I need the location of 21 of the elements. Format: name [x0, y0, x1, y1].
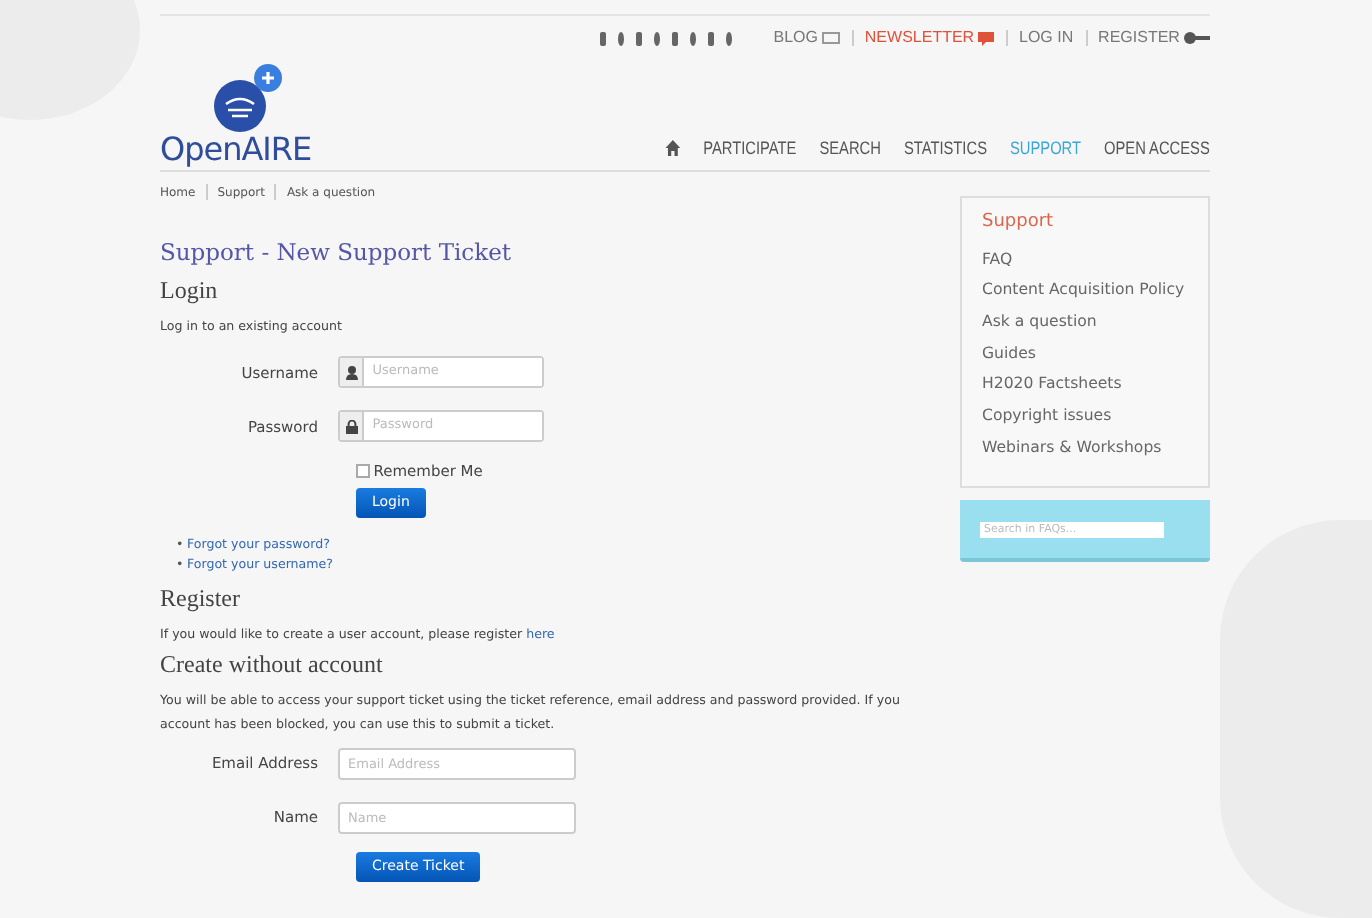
top-link[interactable]: LOG IN — [1019, 26, 1074, 50]
key-icon — [1183, 32, 1210, 44]
section-heading: Create without account — [160, 651, 385, 679]
top-link[interactable]: BLOG — [773, 26, 840, 50]
user-icon — [345, 365, 358, 380]
section-heading: Login — [160, 277, 220, 304]
sidebar-heading: Support — [982, 210, 1056, 236]
nav-link[interactable]: SEARCH — [819, 135, 882, 162]
page-title: Support - New Support Ticket — [160, 240, 514, 268]
top-link[interactable]: NEWSLETTER — [864, 26, 995, 50]
logo-text[interactable]: OpenAIRE — [160, 134, 312, 166]
nav-link[interactable]: PARTICIPATE — [703, 135, 797, 162]
speech-bubble-icon — [978, 31, 995, 45]
home-icon[interactable] — [665, 140, 681, 157]
section-heading: Register — [160, 586, 242, 613]
checkbox[interactable] — [356, 463, 370, 478]
lock-icon — [345, 419, 358, 434]
chat-icon — [821, 32, 840, 44]
top-link[interactable]: REGISTER — [1098, 26, 1210, 50]
nav-link[interactable]: OPEN ACCESS — [1104, 135, 1210, 162]
nav-link[interactable]: STATISTICS — [904, 135, 988, 162]
